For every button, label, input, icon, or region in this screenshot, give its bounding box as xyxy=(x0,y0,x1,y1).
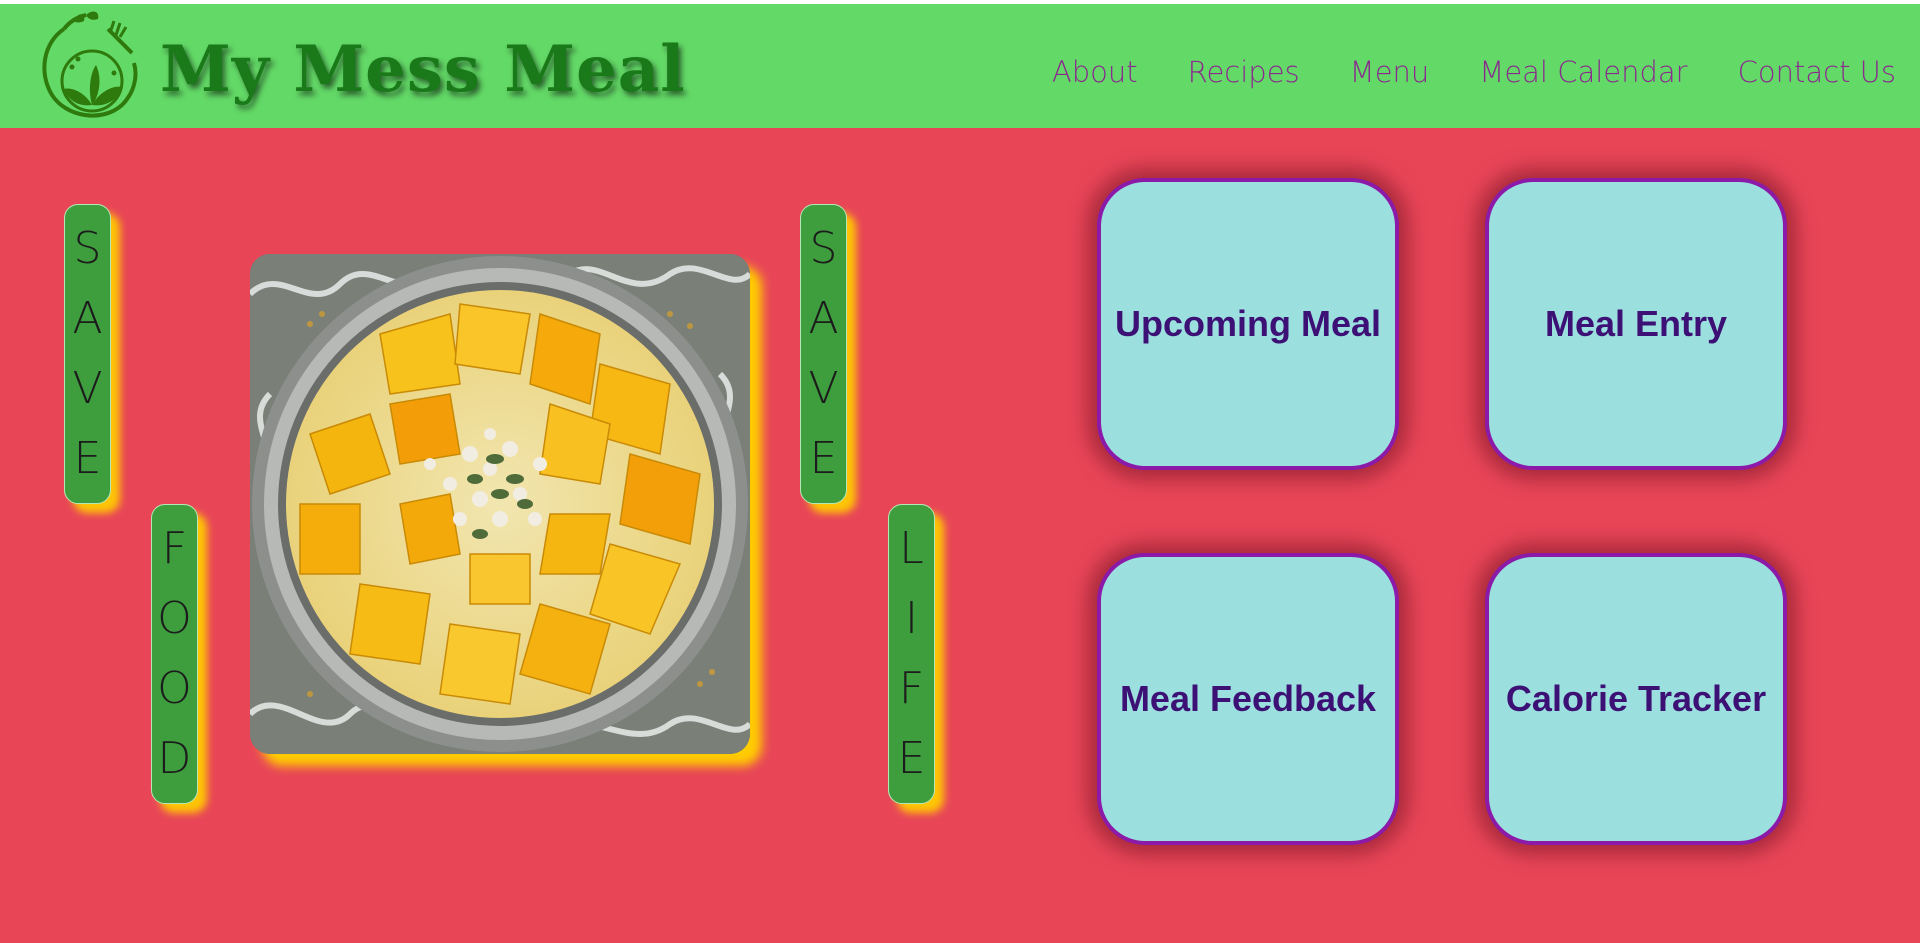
nav-contact-us[interactable]: Contact Us xyxy=(1738,52,1896,92)
slogan-letter: E xyxy=(73,433,102,484)
slogan-letter: F xyxy=(898,663,925,714)
slogan-food: F O O D xyxy=(151,504,198,804)
slogan-letter: E xyxy=(897,733,926,784)
main-nav: About Recipes Menu Meal Calendar Contact… xyxy=(1002,52,1896,92)
slogan-letter: I xyxy=(905,593,918,644)
food-photo xyxy=(250,254,750,754)
upcoming-meal-card[interactable]: Upcoming Meal xyxy=(1097,178,1399,470)
card-label: Meal Entry xyxy=(1544,303,1728,344)
leaf-fork-icon[interactable] xyxy=(34,7,142,125)
nav-meal-calendar[interactable]: Meal Calendar xyxy=(1479,52,1687,92)
slogan-letter: O xyxy=(157,663,192,714)
nav-recipes[interactable]: Recipes xyxy=(1188,52,1300,92)
card-label: Meal Feedback xyxy=(1119,678,1377,719)
slogan-letter: O xyxy=(157,593,192,644)
card-label: Calorie Tracker xyxy=(1505,678,1767,719)
slogan-letter: A xyxy=(72,293,103,344)
calorie-tracker-card[interactable]: Calorie Tracker xyxy=(1485,553,1787,845)
slogan-life: L I F E xyxy=(888,504,935,804)
slogan-letter: S xyxy=(73,223,102,274)
site-header: My Mess Meal About Recipes Menu Meal Cal… xyxy=(0,4,1920,128)
meal-feedback-card[interactable]: Meal Feedback xyxy=(1097,553,1399,845)
slogan-letter: V xyxy=(72,363,103,414)
slogan-letter: E xyxy=(809,433,838,484)
card-label: Upcoming Meal xyxy=(1114,303,1382,344)
mango-dessert-image xyxy=(250,254,750,754)
slogan-save-right: S A V E xyxy=(800,204,847,504)
nav-about[interactable]: About xyxy=(1052,52,1138,92)
nav-menu[interactable]: Menu xyxy=(1350,52,1430,92)
slogan-letter: F xyxy=(161,523,188,574)
site-title: My Mess Meal xyxy=(160,32,686,107)
meal-entry-card[interactable]: Meal Entry xyxy=(1485,178,1787,470)
slogan-letter: A xyxy=(808,293,839,344)
slogan-letter: S xyxy=(809,223,838,274)
slogan-letter: V xyxy=(808,363,839,414)
slogan-save-left: S A V E xyxy=(64,204,111,504)
main-content: S A V E F O O D S A V E L I F E Upcoming… xyxy=(0,128,1920,943)
slogan-letter: L xyxy=(899,523,924,574)
slogan-letter: D xyxy=(157,733,192,784)
